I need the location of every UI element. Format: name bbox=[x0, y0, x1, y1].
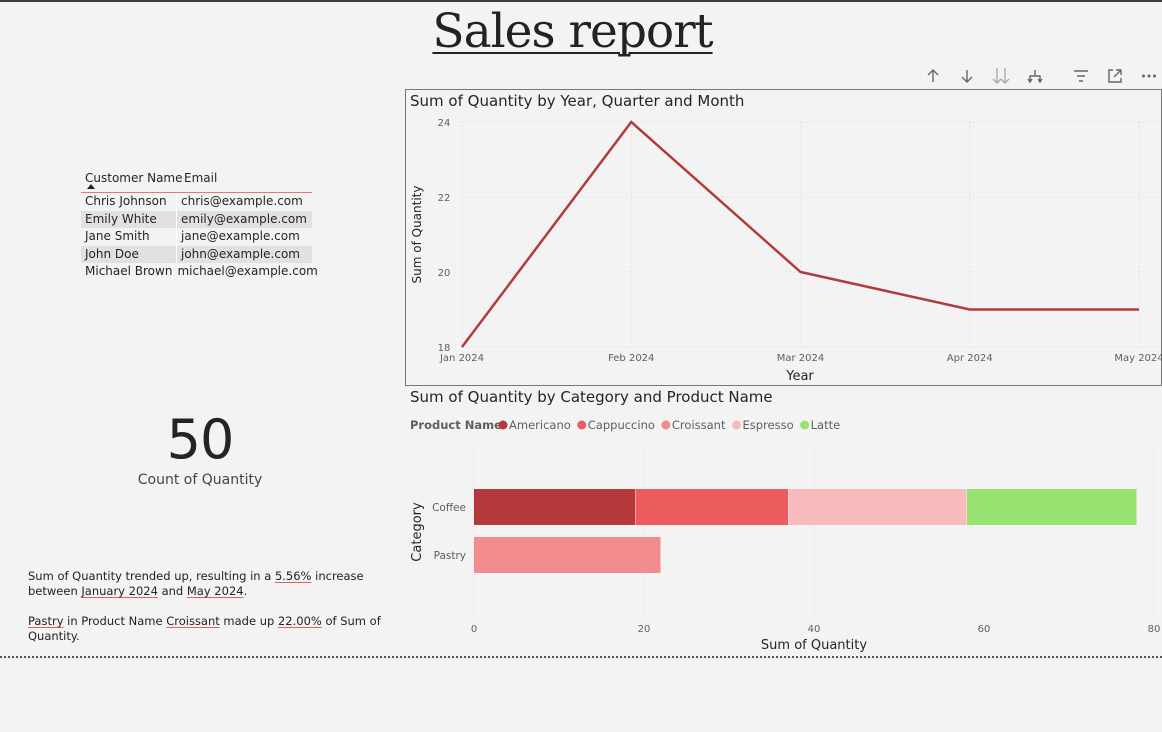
cell-customer-name: Emily White bbox=[81, 210, 177, 228]
table-row[interactable]: Michael Brown michael@example.com bbox=[81, 263, 318, 281]
cell-email: john@example.com bbox=[181, 246, 300, 261]
data-point[interactable] bbox=[964, 304, 976, 316]
bar-segment-espresso[interactable] bbox=[788, 489, 967, 525]
table-row[interactable]: Emily White emily@example.com bbox=[81, 210, 312, 228]
x-tick-label: 60 bbox=[978, 624, 991, 635]
x-tick-label: 40 bbox=[808, 624, 821, 635]
x-tick-label: Apr 2024 bbox=[947, 353, 993, 364]
x-tick-label: 20 bbox=[638, 624, 651, 635]
x-axis-label: Sum of Quantity bbox=[761, 638, 867, 653]
y-tick-label: 22 bbox=[438, 193, 451, 204]
data-point[interactable] bbox=[625, 116, 637, 128]
x-tick-label: 0 bbox=[471, 624, 477, 635]
legend-marker bbox=[731, 420, 741, 430]
table-header: Customer Name Email bbox=[81, 170, 312, 193]
narrative-value: Croissant bbox=[166, 614, 220, 628]
table-row[interactable]: John Doe john@example.com bbox=[81, 245, 312, 263]
legend-marker bbox=[498, 420, 508, 430]
card-value: 50 bbox=[166, 408, 235, 471]
line-chart[interactable]: Sum of Quantity by Year, Quarter and Mon… bbox=[405, 89, 1162, 386]
narrative-value: May 2024 bbox=[186, 584, 244, 598]
x-tick-label: Mar 2024 bbox=[777, 353, 825, 364]
more-options-icon[interactable] bbox=[1136, 64, 1162, 88]
table-row[interactable]: Jane Smith jane@example.com bbox=[81, 228, 312, 246]
narrative-value: Pastry bbox=[28, 614, 64, 628]
cell-customer-name: Chris Johnson bbox=[81, 193, 177, 211]
narrative-paragraph: Sum of Quantity trended up, resulting in… bbox=[28, 569, 408, 599]
card-label: Count of Quantity bbox=[137, 472, 263, 488]
cell-customer-name: Jane Smith bbox=[81, 228, 177, 246]
bar-segment-americano[interactable] bbox=[474, 489, 635, 525]
sort-ascending-icon bbox=[87, 184, 95, 189]
narrative-value: January 2024 bbox=[81, 584, 158, 598]
narrative-value: 5.56% bbox=[274, 569, 312, 583]
bar-segment-latte[interactable] bbox=[967, 489, 1137, 525]
data-point[interactable] bbox=[795, 266, 807, 278]
narrative-text: and bbox=[157, 584, 187, 598]
focus-mode-icon[interactable] bbox=[1102, 64, 1128, 88]
data-point[interactable] bbox=[1133, 304, 1145, 316]
column-header-email[interactable]: Email bbox=[180, 170, 221, 192]
legend-item[interactable]: Americano bbox=[509, 418, 571, 432]
customer-table: Customer Name Email Chris Johnson chris@… bbox=[81, 170, 318, 281]
legend-title: Product Name bbox=[410, 418, 502, 432]
y-tick-label: Pastry bbox=[434, 550, 466, 562]
legend-item[interactable]: Espresso bbox=[742, 418, 793, 432]
x-tick-label: May 2024 bbox=[1114, 353, 1162, 364]
cell-email: jane@example.com bbox=[181, 229, 300, 243]
narrative-paragraph: Pastry in Product Name Croissant made up… bbox=[28, 614, 408, 644]
x-tick-label: 80 bbox=[1148, 624, 1161, 635]
cell-email: chris@example.com bbox=[181, 194, 303, 208]
legend-item[interactable]: Cappuccino bbox=[588, 418, 655, 432]
top-border bbox=[0, 0, 1162, 2]
legend-item[interactable]: Croissant bbox=[672, 418, 726, 432]
cell-email: michael@example.com bbox=[177, 264, 318, 278]
narrative-value: 22.00% bbox=[277, 614, 322, 628]
bar-segment-croissant[interactable] bbox=[474, 537, 661, 573]
cell-customer-name: Michael Brown bbox=[81, 263, 174, 281]
arrow-up-icon[interactable] bbox=[920, 64, 946, 88]
x-tick-label: Jan 2024 bbox=[439, 353, 484, 364]
page-bottom-border bbox=[0, 656, 1162, 658]
x-axis-label: Year bbox=[785, 369, 814, 384]
narrative-text: made up bbox=[219, 614, 278, 628]
narrative-text: Sum of Quantity trended up, resulting in… bbox=[28, 569, 275, 583]
data-point[interactable] bbox=[456, 341, 468, 353]
chart-title: Sum of Quantity by Category and Product … bbox=[410, 388, 773, 406]
legend-item[interactable]: Latte bbox=[811, 418, 841, 432]
chart-title: Sum of Quantity by Year, Quarter and Mon… bbox=[410, 92, 744, 110]
bar-segment-cappuccino[interactable] bbox=[635, 489, 789, 525]
legend-marker bbox=[800, 420, 810, 430]
arrow-down-icon[interactable] bbox=[954, 64, 980, 88]
expand-hierarchy-icon[interactable] bbox=[1022, 64, 1048, 88]
table-row[interactable]: Chris Johnson chris@example.com bbox=[81, 193, 312, 211]
legend-marker bbox=[577, 420, 587, 430]
x-tick-label: Feb 2024 bbox=[608, 353, 654, 364]
y-tick-label: Coffee bbox=[432, 502, 466, 514]
filter-icon[interactable] bbox=[1068, 64, 1094, 88]
column-header-customer-name[interactable]: Customer Name bbox=[81, 170, 183, 192]
y-axis-label: Sum of Quantity bbox=[410, 186, 424, 284]
bar-chart[interactable]: Sum of Quantity by Category and Product … bbox=[405, 386, 1162, 656]
page-title: Sales report bbox=[432, 4, 713, 59]
y-tick-label: 20 bbox=[438, 268, 451, 279]
cell-customer-name: John Doe bbox=[81, 245, 177, 263]
y-axis-label: Category bbox=[410, 502, 425, 562]
legend-marker bbox=[661, 420, 671, 430]
narrative-text: in Product Name bbox=[63, 614, 167, 628]
smart-narrative: Sum of Quantity trended up, resulting in… bbox=[28, 569, 408, 659]
narrative-text: . bbox=[243, 584, 248, 598]
double-arrow-down-icon[interactable] bbox=[988, 64, 1014, 88]
cell-email: emily@example.com bbox=[181, 211, 307, 226]
y-tick-label: 24 bbox=[438, 118, 451, 129]
chart-frame bbox=[405, 89, 1162, 386]
